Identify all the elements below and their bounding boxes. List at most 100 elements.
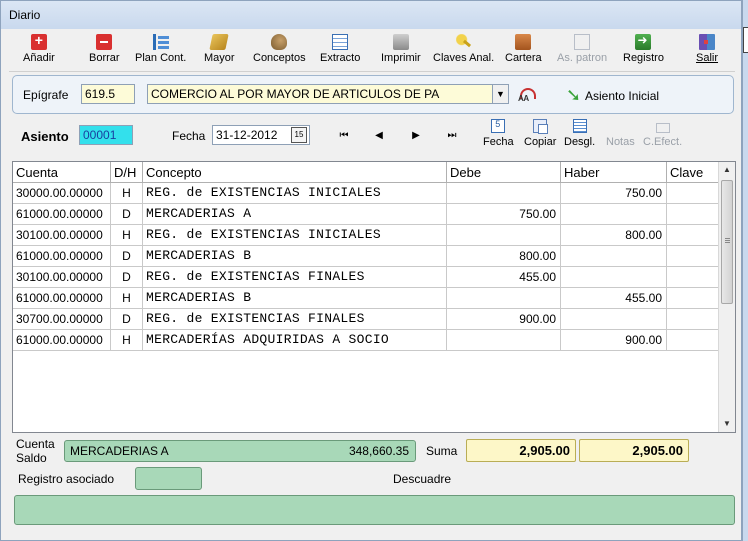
imprimir-button[interactable]: Imprimir — [381, 34, 421, 64]
añadir-button[interactable]: Añadir — [23, 32, 55, 64]
cell-dh[interactable]: H — [111, 225, 143, 246]
cell-concepto[interactable]: REG. de EXISTENCIAS FINALES — [143, 309, 447, 330]
last-record-icon[interactable]: ⏭ — [443, 130, 461, 141]
c-efect-button[interactable]: C.Efect. — [643, 119, 682, 148]
cell-clave[interactable] — [667, 309, 719, 330]
cell-clave[interactable] — [667, 267, 719, 288]
cell-haber[interactable] — [561, 267, 667, 288]
cell-clave[interactable] — [667, 246, 719, 267]
column-header-debe[interactable]: Debe — [447, 162, 561, 183]
cell-debe[interactable] — [447, 288, 561, 309]
column-header-dh[interactable]: D/H — [111, 162, 143, 183]
epigrafe-description-select[interactable]: COMERCIO AL POR MAYOR DE ARTICULOS DE PA… — [147, 84, 509, 104]
cell-clave[interactable] — [667, 204, 719, 225]
claves-anal-button[interactable]: Claves Anal. — [433, 34, 494, 64]
cell-clave[interactable] — [667, 288, 719, 309]
cell-concepto[interactable]: MERCADERÍAS ADQUIRIDAS A SOCIO — [143, 330, 447, 351]
cell-haber[interactable]: 750.00 — [561, 183, 667, 204]
balance-scale-icon[interactable] — [518, 86, 536, 104]
journal-grid[interactable]: Cuenta D/H Concepto Debe Haber Clave 30000.00… — [12, 161, 736, 433]
chevron-down-icon[interactable]: ▼ — [492, 85, 508, 103]
cell-concepto[interactable]: MERCADERIAS A — [143, 204, 447, 225]
cell-haber[interactable]: 900.00 — [561, 330, 667, 351]
cell-debe[interactable]: 800.00 — [447, 246, 561, 267]
fecha-field[interactable]: 31-12-2012 15 — [212, 125, 310, 145]
cell-haber[interactable]: 800.00 — [561, 225, 667, 246]
vertical-scrollbar[interactable]: ▲ ▼ — [718, 162, 735, 432]
cell-clave[interactable] — [667, 330, 719, 351]
cell-debe[interactable] — [447, 330, 561, 351]
cell-cuenta[interactable]: 30100.00.00000 — [13, 267, 111, 288]
cell-cuenta[interactable]: 61000.00.00000 — [13, 246, 111, 267]
column-header-haber[interactable]: Haber — [561, 162, 667, 183]
cell-debe[interactable] — [447, 183, 561, 204]
column-header-clave[interactable]: Clave — [667, 162, 719, 183]
previous-record-icon[interactable]: ◀ — [370, 130, 388, 141]
copiar-button[interactable]: Copiar — [524, 119, 556, 148]
mayor-button[interactable]: Mayor — [204, 34, 235, 64]
cell-haber[interactable]: 455.00 — [561, 288, 667, 309]
cell-dh[interactable]: H — [111, 288, 143, 309]
cell-cuenta[interactable]: 30100.00.00000 — [13, 225, 111, 246]
cell-cuenta[interactable]: 61000.00.00000 — [13, 288, 111, 309]
table-row[interactable]: 61000.00.00000 D MERCADERIAS B 800.00 — [13, 246, 719, 267]
cell-debe[interactable]: 750.00 — [447, 204, 561, 225]
first-record-icon[interactable]: ⏮ — [335, 130, 353, 141]
cell-concepto[interactable]: REG. de EXISTENCIAS INICIALES — [143, 183, 447, 204]
cell-debe[interactable] — [447, 225, 561, 246]
cell-concepto[interactable]: REG. de EXISTENCIAS INICIALES — [143, 225, 447, 246]
cell-dh[interactable]: D — [111, 246, 143, 267]
table-row[interactable]: 30700.00.00000 D REG. de EXISTENCIAS FINAL… — [13, 309, 719, 330]
fecha-button[interactable]: Fecha — [483, 119, 514, 148]
asiento-inicial-button[interactable]: Asiento Inicial — [585, 89, 659, 103]
table-row[interactable]: 30000.00.00000 H REG. de EXISTENCIAS INICI… — [13, 183, 719, 204]
cell-cuenta[interactable]: 61000.00.00000 — [13, 204, 111, 225]
registro-button[interactable]: Registro — [623, 33, 664, 64]
cell-dh[interactable]: H — [111, 183, 143, 204]
next-record-icon[interactable]: ▶ — [407, 130, 425, 141]
cell-debe[interactable]: 900.00 — [447, 309, 561, 330]
cell-dh[interactable]: D — [111, 204, 143, 225]
cell-clave[interactable] — [667, 225, 719, 246]
table-row[interactable]: 61000.00.00000 H MERCADERÍAS ADQUIRIDAS A … — [13, 330, 719, 351]
cell-dh[interactable]: D — [111, 267, 143, 288]
conceptos-button[interactable]: Conceptos — [253, 34, 306, 64]
scroll-thumb[interactable] — [721, 180, 733, 304]
cell-concepto[interactable]: MERCADERIAS B — [143, 288, 447, 309]
borrar-button[interactable]: Borrar — [89, 34, 120, 64]
cell-debe[interactable]: 455.00 — [447, 267, 561, 288]
desgl-button[interactable]: Desgl. — [564, 119, 595, 148]
cell-concepto[interactable]: REG. de EXISTENCIAS FINALES — [143, 267, 447, 288]
cell-dh[interactable]: D — [111, 309, 143, 330]
key-icon — [455, 34, 472, 50]
calendar-icon[interactable]: 15 — [291, 127, 307, 143]
notas-button[interactable]: Notas — [606, 119, 635, 148]
cell-haber[interactable] — [561, 246, 667, 267]
cell-haber[interactable] — [561, 309, 667, 330]
column-header-concepto[interactable]: Concepto — [143, 162, 447, 183]
cartera-button[interactable]: Cartera — [505, 34, 542, 64]
table-row[interactable]: 30100.00.00000 D REG. de EXISTENCIAS FINAL… — [13, 267, 719, 288]
cell-cuenta[interactable]: 30700.00.00000 — [13, 309, 111, 330]
cell-concepto[interactable]: MERCADERIAS B — [143, 246, 447, 267]
cell-clave[interactable] — [667, 183, 719, 204]
asiento-number-field[interactable]: 00001 — [79, 125, 133, 145]
scroll-up-icon[interactable]: ▲ — [719, 162, 735, 178]
cell-haber[interactable] — [561, 204, 667, 225]
salir-button[interactable]: Salir — [696, 34, 718, 64]
cell-cuenta[interactable]: 30000.00.00000 — [13, 183, 111, 204]
table-row[interactable]: 61000.00.00000 H MERCADERIAS B 455.00 — [13, 288, 719, 309]
green-arrow-icon — [566, 85, 582, 106]
column-header-cuenta[interactable]: Cuenta — [13, 162, 111, 183]
scroll-down-icon[interactable]: ▼ — [719, 416, 735, 432]
as-patron-button[interactable]: As. patron — [557, 34, 607, 64]
cell-dh[interactable]: H — [111, 330, 143, 351]
toolbar-button-label: Añadir — [23, 52, 55, 64]
table-row[interactable]: 30100.00.00000 H REG. de EXISTENCIAS INICI… — [13, 225, 719, 246]
plan-cont-button[interactable]: Plan Cont. — [135, 34, 186, 64]
table-row[interactable]: 61000.00.00000 D MERCADERIAS A 750.00 — [13, 204, 719, 225]
extracto-button[interactable]: Extracto — [320, 34, 360, 64]
epigrafe-code-field[interactable]: 619.5 — [81, 84, 135, 104]
registro-asociado-field[interactable] — [135, 467, 202, 490]
cell-cuenta[interactable]: 61000.00.00000 — [13, 330, 111, 351]
